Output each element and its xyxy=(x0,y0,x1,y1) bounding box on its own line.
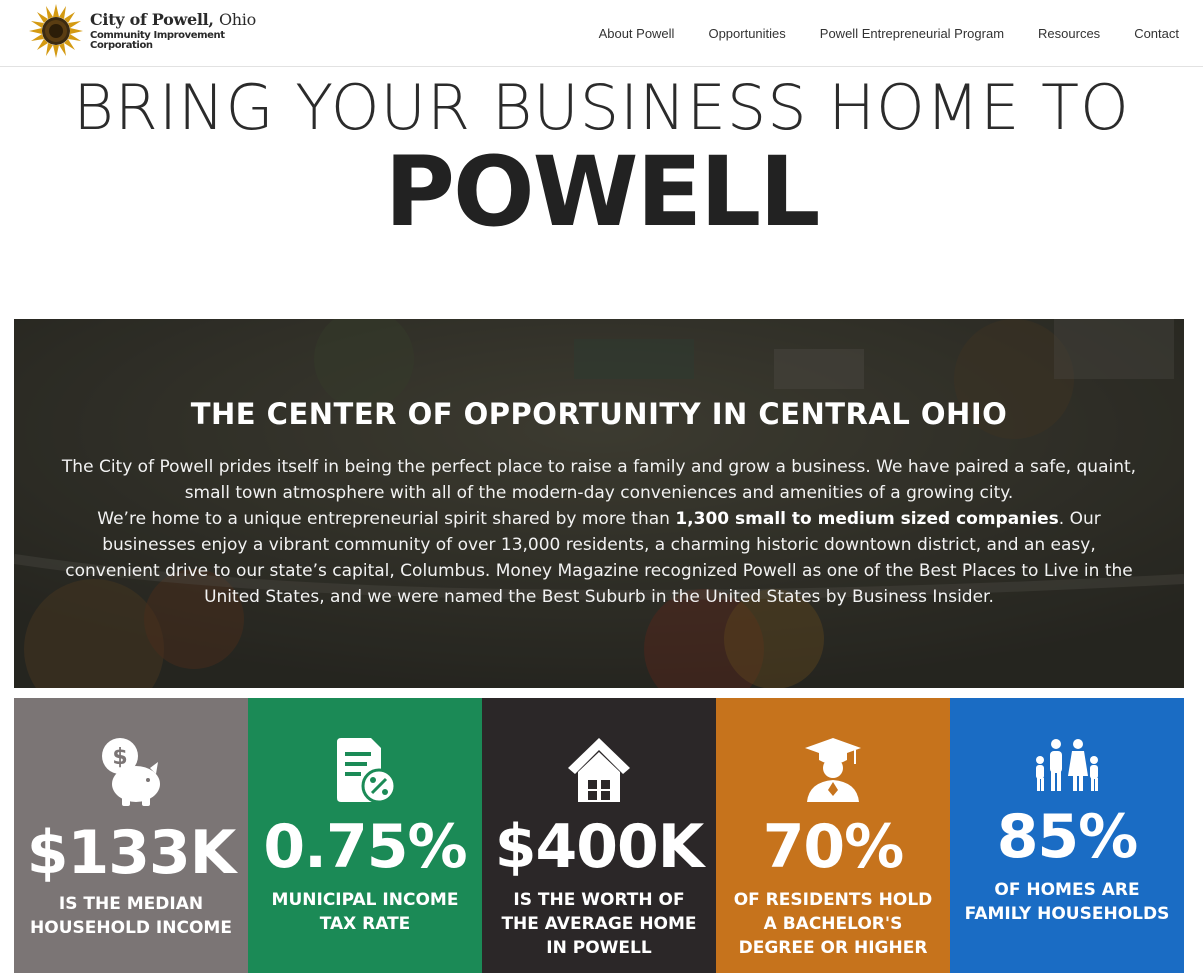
tax-document-icon xyxy=(337,738,395,802)
stat-value: $133K xyxy=(26,818,237,888)
main-nav: About Powell Opportunities Powell Entrep… xyxy=(565,0,1179,67)
stat-value: 70% xyxy=(762,812,905,882)
stat-description: IS THE WORTH OF THE AVERAGE HOME IN POWE… xyxy=(501,890,697,958)
site-logo[interactable]: City of Powell, Ohio Community Improveme… xyxy=(26,3,286,59)
stat-description: OF RESIDENTS HOLD A BACHELOR'S DEGREE OR… xyxy=(733,890,933,958)
stat-bachelors-degree: 70% OF RESIDENTS HOLD A BACHELOR'S DEGRE… xyxy=(716,698,950,973)
stat-value: $400K xyxy=(494,812,705,882)
svg-text:$: $ xyxy=(112,745,127,770)
nav-about-powell[interactable]: About Powell xyxy=(599,26,675,41)
banner-paragraph-1: The City of Powell prides itself in bein… xyxy=(61,457,1137,503)
stat-value: 0.75% xyxy=(263,812,467,882)
family-icon xyxy=(1036,739,1098,791)
stat-value: 85% xyxy=(996,802,1139,872)
stat-family-households: 85% OF HOMES ARE FAMILY HOUSEHOLDS xyxy=(950,698,1184,973)
stats-row: $ $133K IS THE MEDIAN HOUSEHOLD INCOME 0… xyxy=(14,698,1184,973)
stat-income-tax-rate: 0.75% MUNICIPAL INCOME TAX RATE xyxy=(248,698,482,973)
nav-opportunities[interactable]: Opportunities xyxy=(708,26,785,41)
nav-entrepreneurial-program[interactable]: Powell Entrepreneurial Program xyxy=(820,26,1004,41)
banner-heading: THE CENTER OF OPPORTUNITY IN CENTRAL OHI… xyxy=(190,397,1008,431)
stat-description: MUNICIPAL INCOME TAX RATE xyxy=(271,890,459,934)
stat-median-income: $ $133K IS THE MEDIAN HOUSEHOLD INCOME xyxy=(14,698,248,973)
nav-resources[interactable]: Resources xyxy=(1038,26,1100,41)
hero-title-line1: BRING YOUR BUSINESS HOME TO xyxy=(73,71,1130,144)
stat-description: OF HOMES ARE FAMILY HOUSEHOLDS xyxy=(964,880,1170,924)
logo-subtitle: Community Improvement Corporation xyxy=(90,29,225,51)
graduate-icon xyxy=(805,738,861,802)
site-header: City of Powell, Ohio Community Improveme… xyxy=(0,0,1203,67)
hero-title-line2: POWELL xyxy=(384,136,821,248)
stat-description: IS THE MEDIAN HOUSEHOLD INCOME xyxy=(30,894,232,938)
logo-state: Ohio xyxy=(218,9,256,29)
piggy-bank-icon: $ xyxy=(102,738,160,806)
house-icon xyxy=(568,738,630,802)
banner-paragraph-2: We’re home to a unique entrepreneurial s… xyxy=(65,509,1133,607)
opportunity-banner: THE CENTER OF OPPORTUNITY IN CENTRAL OHI… xyxy=(14,319,1184,688)
sun-logo-icon xyxy=(29,4,83,58)
stat-average-home-worth: $400K IS THE WORTH OF THE AVERAGE HOME I… xyxy=(482,698,716,973)
logo-city-name: City of Powell, xyxy=(90,9,214,29)
nav-contact[interactable]: Contact xyxy=(1134,26,1179,41)
